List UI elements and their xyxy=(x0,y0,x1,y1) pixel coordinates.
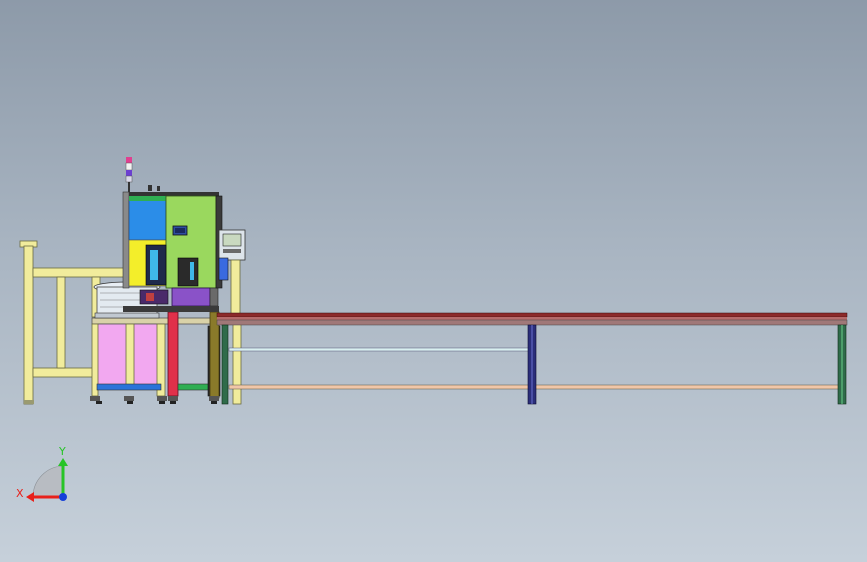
cad-viewport[interactable]: X Y xyxy=(0,0,867,562)
conveyor xyxy=(216,312,848,405)
y-axis-label: Y xyxy=(58,445,66,458)
lower-cabinet xyxy=(90,311,223,404)
coordinate-triad xyxy=(26,458,68,502)
x-axis-label: X xyxy=(16,487,24,500)
machine-assembly-drawing: X Y xyxy=(16,157,848,502)
